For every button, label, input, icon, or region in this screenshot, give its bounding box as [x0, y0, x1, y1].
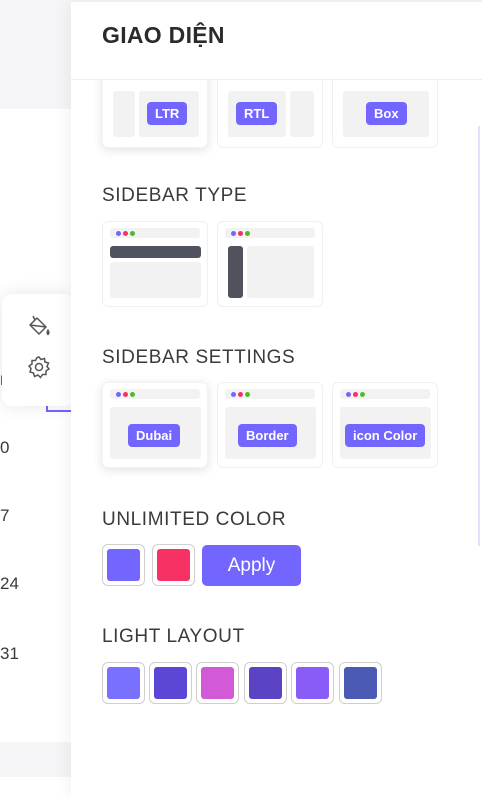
background-number: 24	[0, 574, 19, 593]
light-layout-title: LIGHT LAYOUT	[102, 626, 245, 647]
light-layout-color-3[interactable]	[196, 662, 239, 704]
sidebar-setting-label: Dubai	[128, 424, 181, 447]
sidebar-setting-label: Border	[238, 424, 297, 447]
sidebar-setting-border[interactable]: Border	[217, 382, 323, 468]
sidebar-type-horizontal[interactable]	[102, 221, 208, 307]
sidebar-type-title: SIDEBAR TYPE	[102, 185, 248, 206]
panel-title: GIAO DIỆN	[102, 22, 225, 48]
sidebar-setting-label: icon Color	[345, 424, 426, 447]
light-layout-color-4[interactable]	[244, 662, 287, 704]
layout-option-label: RTL	[236, 102, 278, 125]
layout-option-label: Box	[366, 102, 407, 125]
customizer-toggle	[2, 294, 74, 406]
sidebar-settings-title: SIDEBAR SETTINGS	[102, 347, 296, 368]
light-layout-color-1[interactable]	[102, 662, 145, 704]
gear-icon[interactable]	[26, 354, 52, 380]
customizer-panel: LTR RTL Box GIAO DIỆN SIDEBAR TYPE SIDEB…	[71, 0, 482, 797]
light-layout-color-5[interactable]	[291, 662, 334, 704]
background-number: 7	[0, 506, 10, 525]
paint-bucket-icon[interactable]	[26, 314, 52, 340]
background-number: 0	[0, 438, 10, 457]
scrollbar[interactable]	[478, 126, 480, 546]
unlimited-color-title: UNLIMITED COLOR	[102, 509, 287, 530]
light-layout-color-2[interactable]	[149, 662, 192, 704]
layout-option-label: LTR	[147, 102, 188, 125]
panel-header: GIAO DIỆN	[71, 2, 482, 80]
sidebar-setting-dubai[interactable]: Dubai	[102, 382, 208, 468]
sidebar-type-vertical[interactable]	[217, 221, 323, 307]
background-number: 31	[0, 644, 19, 663]
background-footer	[0, 742, 72, 777]
secondary-color-picker[interactable]	[152, 544, 195, 586]
primary-color-picker[interactable]	[102, 544, 145, 586]
sidebar-setting-icon-color[interactable]: icon Color	[332, 382, 438, 468]
light-layout-color-6[interactable]	[339, 662, 382, 704]
background-header	[0, 0, 72, 109]
apply-button[interactable]: Apply	[202, 545, 301, 586]
